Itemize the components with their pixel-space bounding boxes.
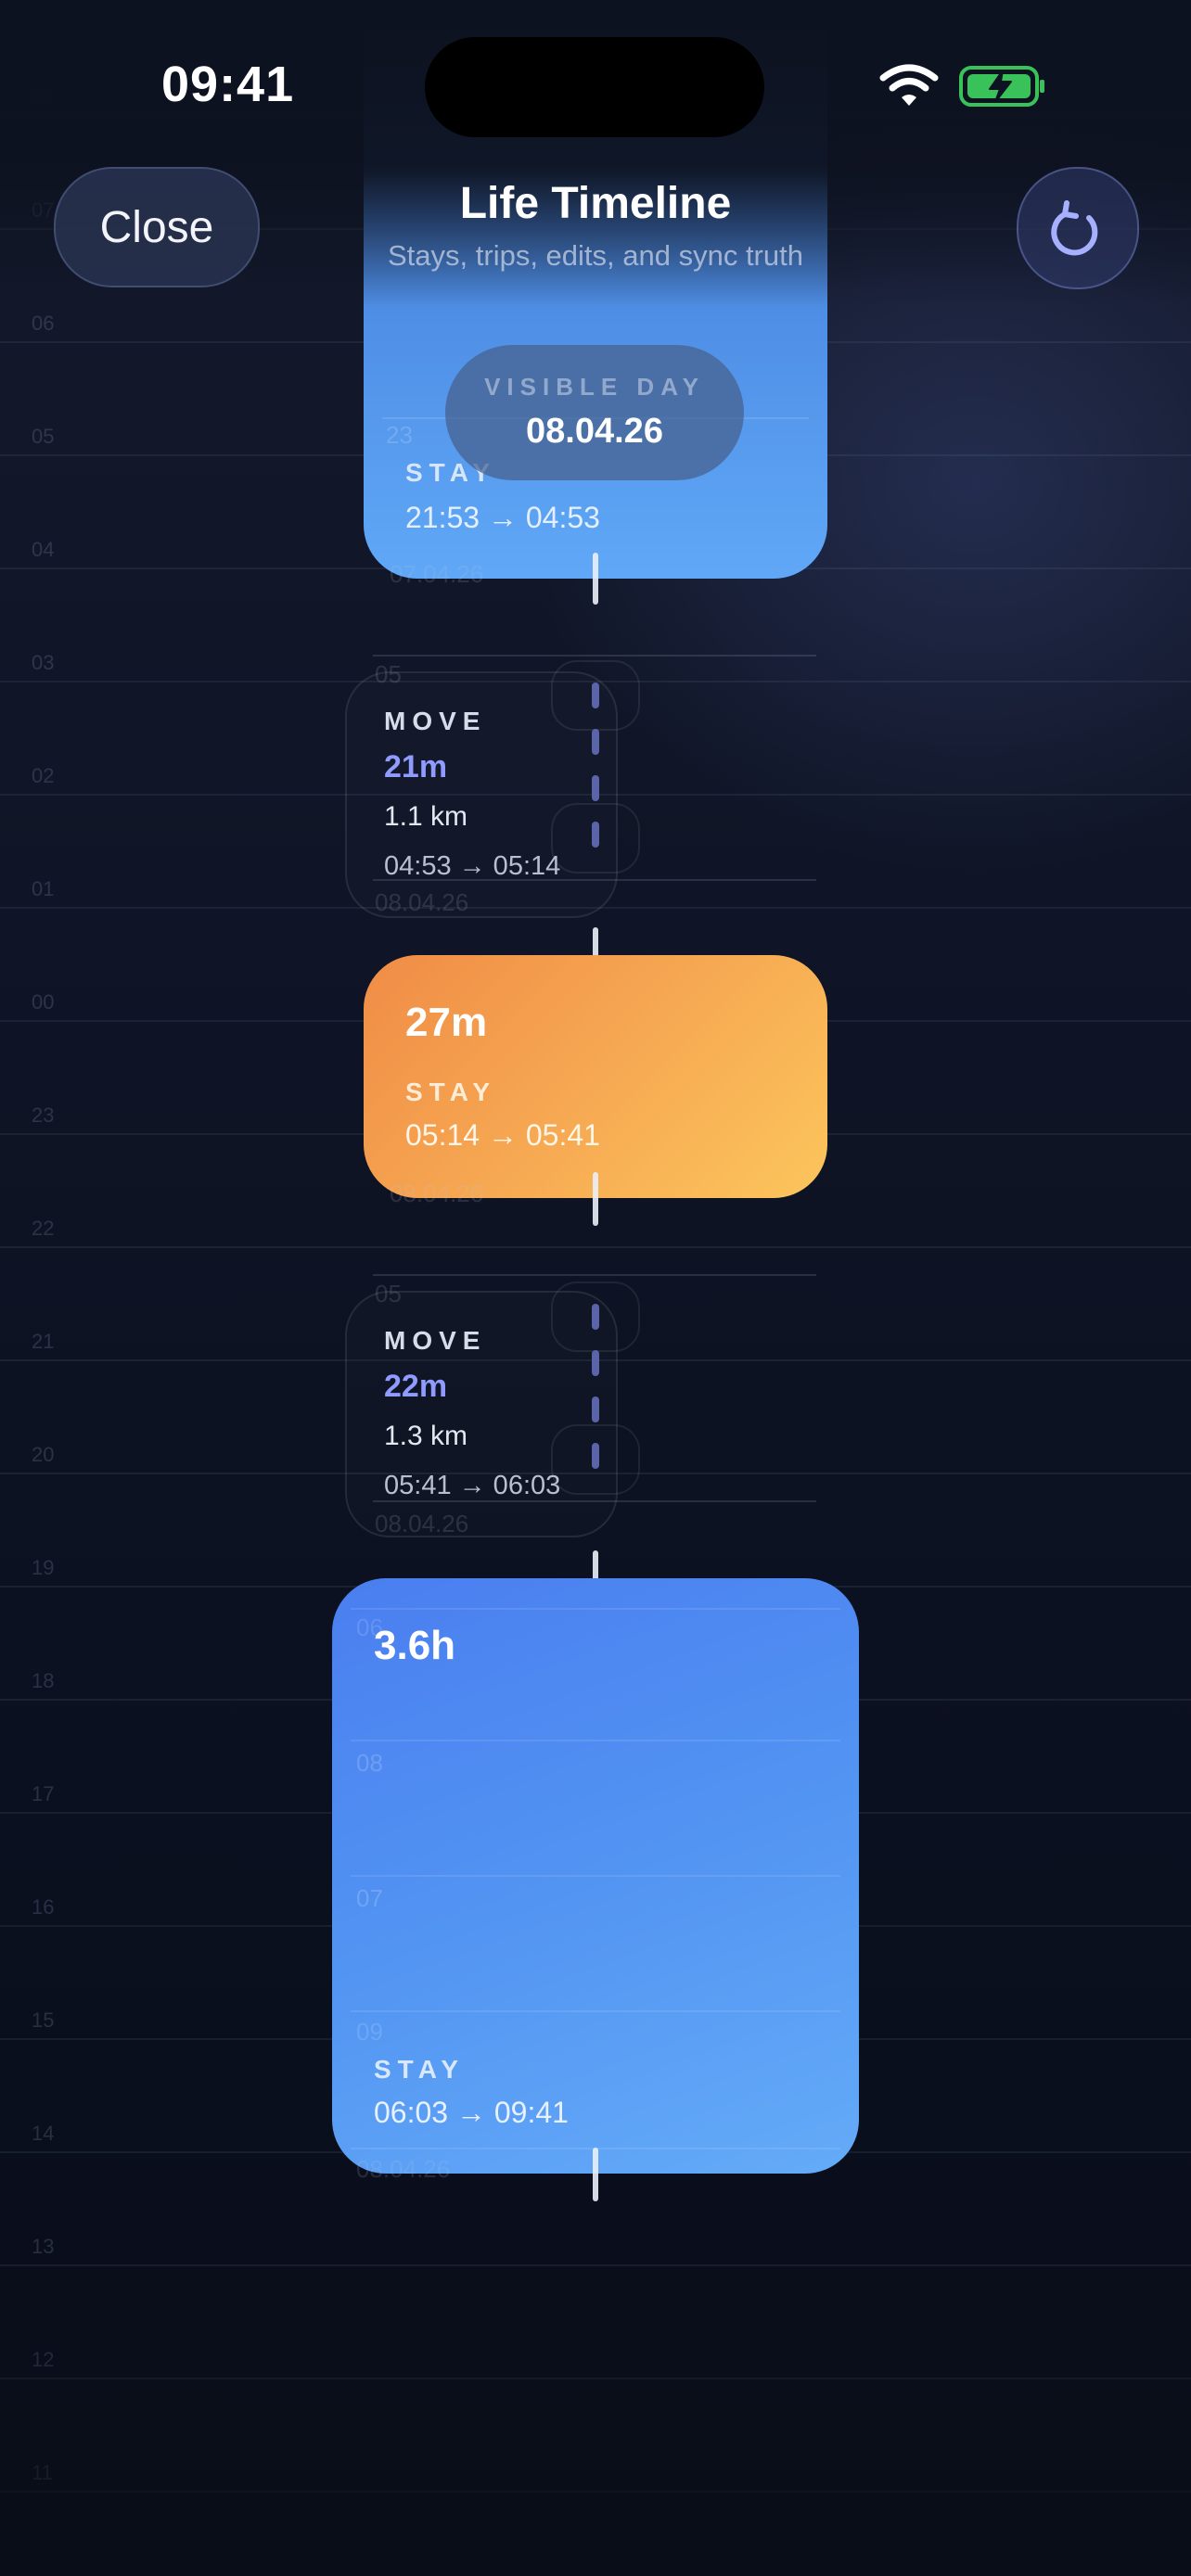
timeline-connector — [593, 2148, 598, 2201]
hour-grid-label: 16 — [32, 1895, 55, 1919]
stay-card-3-ghost-hour: 09 — [356, 2018, 383, 2046]
move-card-1-time-range: 04:53 → 05:14 — [384, 851, 561, 881]
stay-card-3-grid-line — [351, 2010, 840, 2012]
visible-day-label: VISIBLE DAY — [484, 373, 705, 401]
move-card-1[interactable]: MOVE 21m 1.1 km 04:53 → 05:14 — [345, 671, 618, 918]
wifi-icon — [879, 64, 939, 106]
move-2-grid-line-bottom — [373, 1500, 816, 1502]
hour-grid-label: 14 — [32, 2122, 55, 2145]
dynamic-island — [425, 37, 764, 137]
stay-card-3-ghost-hour: 08 — [356, 1749, 383, 1777]
battery-charging-icon — [959, 66, 1044, 107]
hour-grid-line — [0, 1246, 1191, 1248]
hour-grid-label: 18 — [32, 1669, 55, 1692]
hour-grid-label: 01 — [32, 877, 55, 900]
move-2-grid-line-top — [373, 1274, 816, 1276]
hour-grid-label: 17 — [32, 1782, 55, 1805]
hour-grid-label: 00 — [32, 990, 55, 1014]
timeline-connector — [593, 553, 598, 605]
hour-grid-label: 02 — [32, 764, 55, 787]
move-card-2-kind: MOVE — [384, 1326, 487, 1355]
stay-card-2-duration: 27m — [405, 1000, 488, 1045]
stay-card-3-grid-line — [351, 1608, 840, 1610]
stay-card-3-ghost-hour: 06 — [356, 1613, 383, 1641]
hour-grid-label: 23 — [32, 1103, 55, 1127]
move-card-2-duration: 22m — [384, 1369, 448, 1404]
refresh-button[interactable] — [1017, 167, 1139, 289]
stay-card-2[interactable]: 27m STAY 05:14 → 05:41 — [364, 955, 827, 1198]
visible-day-pill: VISIBLE DAY 08.04.26 — [445, 345, 744, 480]
move-1-path-dash — [592, 775, 599, 801]
stay-card-3[interactable]: 3.6h 06 08 07 09 STAY 06:03 → 09:41 — [332, 1578, 859, 2174]
stay-card-1-ghost-hour: 23 — [386, 421, 413, 449]
stay-card-3-grid-line — [351, 1740, 840, 1741]
hour-grid-label: 22 — [32, 1217, 55, 1240]
move-1-grid-line-bottom — [373, 879, 816, 881]
move-1-ghost-date: 08.04.26 — [375, 888, 469, 916]
refresh-icon — [1051, 200, 1098, 256]
move-1-path-dash — [592, 822, 599, 848]
page-title: Life Timeline — [459, 179, 732, 228]
timeline-connector — [593, 1172, 598, 1226]
move-1-path-dash — [592, 729, 599, 755]
move-2-path-dash — [592, 1396, 599, 1422]
stay-card-3-time-range: 06:03 → 09:41 — [374, 2096, 569, 2129]
stay-card-1-ghost-date: 07.04.26 — [390, 560, 484, 588]
move-card-1-kind: MOVE — [384, 707, 487, 735]
stay-card-2-time-range: 05:14 → 05:41 — [405, 1118, 600, 1152]
stay-card-3-grid-line — [351, 1875, 840, 1877]
hour-grid-label: 13 — [32, 2235, 55, 2258]
stay-card-3-duration: 3.6h — [374, 1623, 456, 1668]
move-2-path-dash — [592, 1304, 599, 1330]
bottom-fade — [0, 2298, 1191, 2576]
stay-card-2-ghost-date: 08.04.26 — [390, 1180, 484, 1207]
move-2-path-dash — [592, 1443, 599, 1469]
stay-card-3-ghost-date: 08.04.26 — [356, 2155, 451, 2183]
hour-grid-label: 04 — [32, 538, 55, 561]
move-2-ghost-date: 08.04.26 — [375, 1510, 469, 1537]
stay-card-3-kind: STAY — [374, 2055, 466, 2084]
hour-grid-label: 20 — [32, 1443, 55, 1466]
stay-card-1-time-range: 21:53 → 04:53 — [405, 501, 600, 534]
status-time: 09:41 — [161, 57, 295, 112]
hour-grid-label: 15 — [32, 2009, 55, 2032]
hour-grid-line — [0, 2264, 1191, 2266]
move-card-1-distance: 1.1 km — [384, 801, 468, 832]
hour-grid-label: 03 — [32, 651, 55, 674]
stay-card-3-ghost-hour: 07 — [356, 1884, 383, 1912]
move-card-2-distance: 1.3 km — [384, 1421, 468, 1451]
move-1-grid-line-top — [373, 655, 816, 657]
hour-grid-label: 19 — [32, 1556, 55, 1579]
move-card-2-time-range: 05:41 → 06:03 — [384, 1471, 561, 1500]
hour-grid-label: 21 — [32, 1330, 55, 1353]
hour-grid-label: 06 — [32, 312, 55, 335]
page-subtitle: Stays, trips, edits, and sync truth — [388, 239, 803, 272]
move-2-path-dash — [592, 1350, 599, 1376]
hour-grid-label: 05 — [32, 425, 55, 448]
move-card-1-duration: 21m — [384, 749, 448, 784]
move-1-path-dash — [592, 682, 599, 708]
stay-card-2-kind: STAY — [405, 1078, 497, 1106]
visible-day-value: 08.04.26 — [526, 412, 663, 451]
